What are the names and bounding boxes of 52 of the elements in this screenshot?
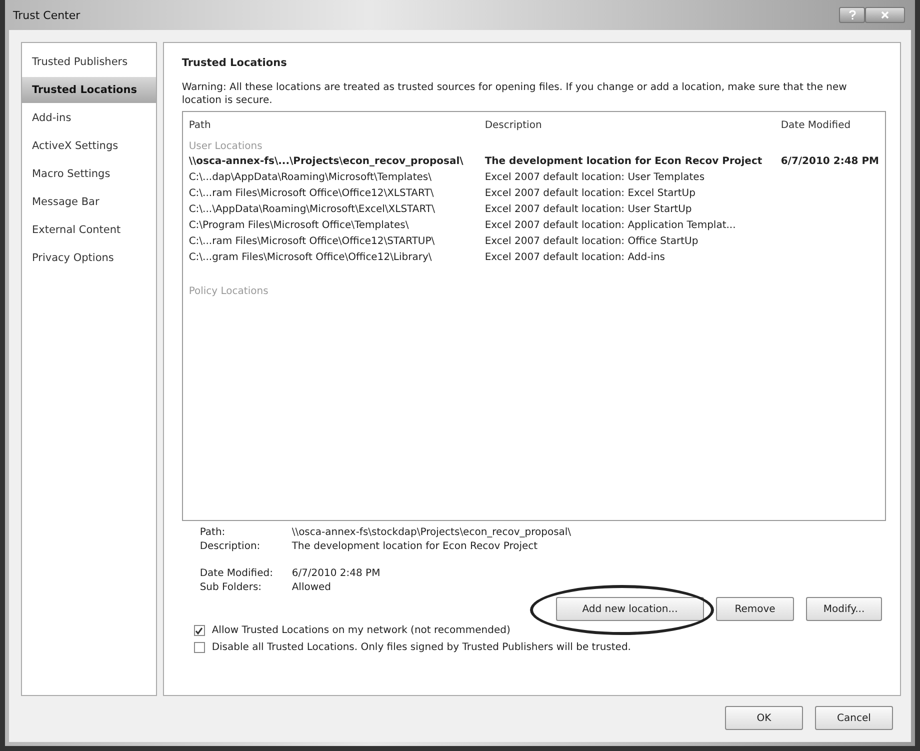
sidebar-item[interactable]: External Content — [22, 217, 156, 243]
table-cell[interactable]: Excel 2007 default location: Add-ins — [484, 250, 775, 266]
detail-label: Description: — [200, 541, 262, 552]
table-cell[interactable]: Excel 2007 default location: User Templates — [484, 170, 775, 186]
table-cell[interactable]: C:\...\AppData\Roaming\Microsoft\Excel\XLSTART\ — [188, 202, 479, 218]
question-icon — [848, 10, 856, 20]
table-cell[interactable]: C:\...ram Files\Microsoft Office\Office12\XLSTART\ — [188, 186, 479, 202]
sidebar-item[interactable]: Add-ins — [22, 105, 156, 131]
checkbox-label[interactable]: Allow Trusted Locations on my network (not recommended) — [212, 625, 510, 636]
table-cell[interactable]: The development location for Econ Recov Project — [484, 154, 775, 170]
checkbox-label[interactable]: Disable all Trusted Locations. Only files signed by Trusted Publishers will be trusted. — [212, 642, 631, 653]
checkbox[interactable] — [194, 642, 205, 653]
table-cell[interactable]: C:\...ram Files\Microsoft Office\Office12\STARTUP\ — [188, 234, 479, 250]
sidebar-item[interactable]: Message Bar — [22, 189, 156, 215]
table-cell[interactable]: 6/7/2010 2:48 PM — [780, 154, 879, 170]
table-cell[interactable]: Excel 2007 default location: Office StartUp — [484, 234, 775, 250]
section-title: Trusted Locations — [182, 57, 288, 69]
action-button[interactable]: Modify... — [806, 597, 882, 621]
table-cell[interactable]: Excel 2007 default location: User StartUp — [484, 202, 775, 218]
close-icon — [881, 11, 889, 19]
sidebar-item[interactable]: Trusted Locations — [22, 77, 156, 103]
sidebar-item[interactable]: Macro Settings — [22, 161, 156, 187]
window-title: Trust Center — [13, 8, 80, 22]
column-header[interactable]: Date Modified — [780, 116, 879, 139]
sidebar-item[interactable]: ActiveX Settings — [22, 133, 156, 159]
help-button[interactable] — [839, 7, 865, 23]
dialog-button[interactable]: Cancel — [815, 706, 893, 730]
detail-value: The development location for Econ Recov Project — [292, 541, 539, 552]
detail-label: Sub Folders: — [200, 582, 263, 593]
group-label: Policy Locations — [188, 285, 270, 299]
detail-value: 6/7/2010 2:48 PM — [292, 568, 382, 579]
table-cell[interactable]: Excel 2007 default location: Application Templat... — [484, 218, 775, 234]
column-header[interactable]: Description — [484, 116, 775, 139]
action-button[interactable]: Remove — [716, 597, 794, 621]
dialog-button[interactable]: OK — [725, 706, 803, 730]
checkbox[interactable] — [194, 625, 205, 636]
table-cell[interactable]: C:\Program Files\Microsoft Office\Templates\ — [188, 218, 479, 234]
detail-value: \\osca-annex-fs\stockdap\Projects\econ_recov_proposal\ — [292, 527, 572, 538]
column-header[interactable]: Path — [188, 116, 479, 139]
sidebar-item[interactable]: Privacy Options — [22, 245, 156, 271]
table-cell[interactable]: C:\...dap\AppData\Roaming\Microsoft\Templates\ — [188, 170, 479, 186]
close-button[interactable] — [865, 7, 905, 23]
group-label: User Locations — [188, 140, 264, 154]
detail-value: Allowed — [292, 582, 332, 593]
detail-label: Path: — [200, 527, 226, 538]
table-cell[interactable]: Excel 2007 default location: Excel StartUp — [484, 186, 775, 202]
sidebar-item[interactable]: Trusted Publishers — [22, 49, 156, 75]
detail-label: Date Modified: — [200, 568, 274, 579]
action-button[interactable]: Add new location... — [556, 597, 704, 621]
warning-text: Warning: All these locations are treated as trusted sources for opening files. If you change or add a location, make sure that the new location is secure. — [182, 81, 848, 107]
table-cell[interactable]: \\osca-annex-fs\...\Projects\econ_recov_proposal\ — [188, 154, 479, 170]
table-cell[interactable]: C:\...gram Files\Microsoft Office\Office12\Library\ — [188, 250, 479, 266]
